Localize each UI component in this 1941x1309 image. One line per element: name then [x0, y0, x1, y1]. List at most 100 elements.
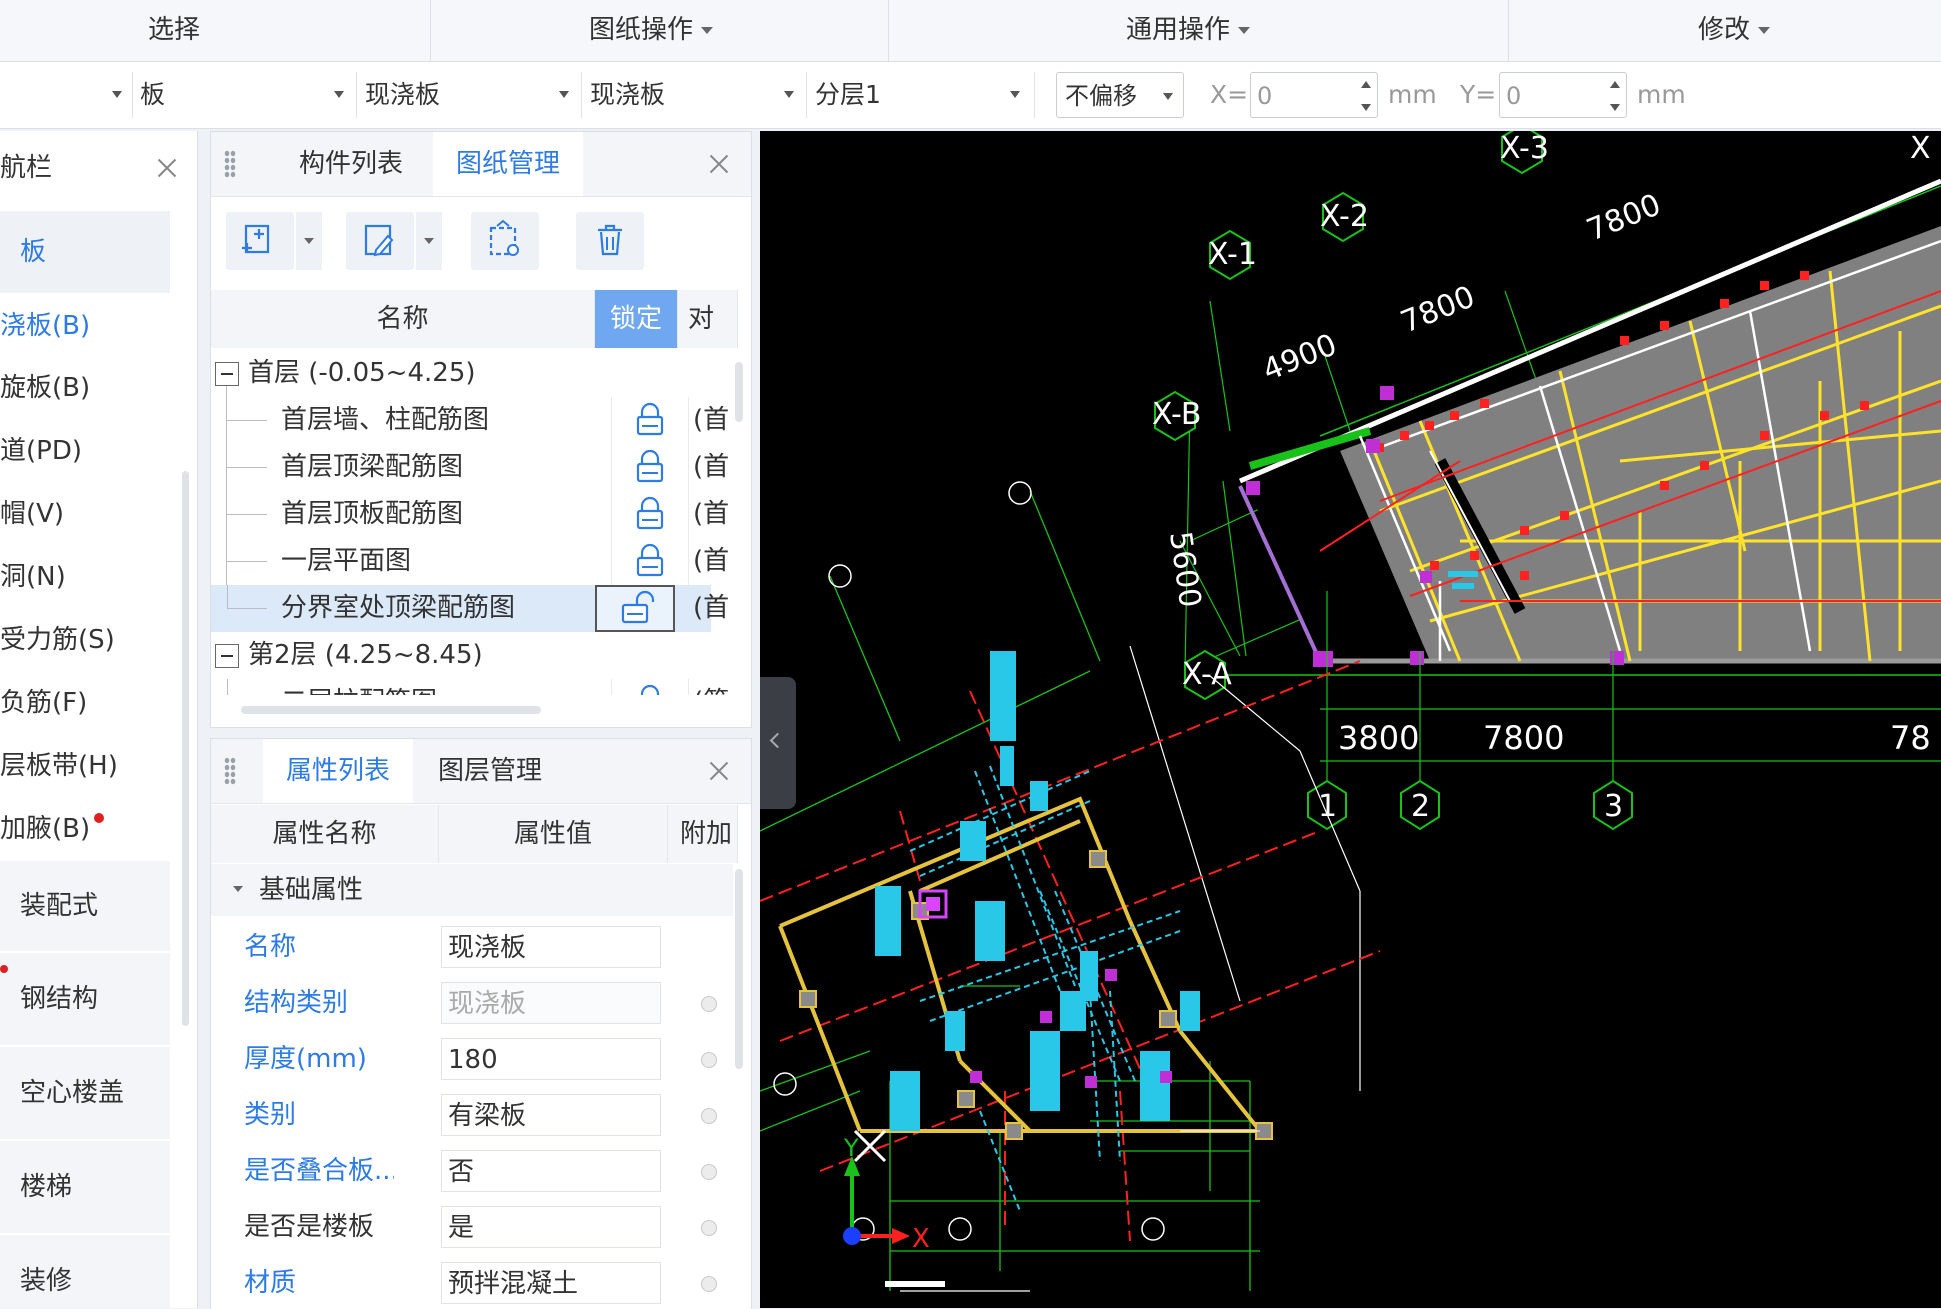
property-value-input[interactable]: 现浇板 [441, 926, 661, 968]
property-value-input[interactable]: 预拌混凝土 [441, 1262, 661, 1304]
tree-row[interactable]: 首层顶板配筋图 (首 [211, 491, 729, 538]
tree-row-selected[interactable]: 分界室处顶梁配筋图 (首 [211, 585, 729, 632]
properties-scrollbar[interactable] [735, 869, 743, 1069]
offset-select[interactable]: 不偏移 [1056, 72, 1184, 118]
tree-group-label: 第2层 (4.25~8.45) [248, 640, 483, 670]
panel-collapse-toggle[interactable] [760, 677, 796, 809]
lock-toggle[interactable] [611, 444, 689, 491]
drag-handle-icon[interactable] [224, 150, 236, 178]
collapse-icon[interactable] [215, 644, 239, 668]
nav-scrollbar[interactable] [182, 471, 189, 1026]
spinner-icon[interactable] [1610, 79, 1620, 113]
x-unit-label: mm [1388, 80, 1437, 109]
lock-toggle[interactable] [611, 679, 689, 695]
additional-toggle[interactable] [701, 1164, 717, 1180]
ucs-axis-icon: Y X [843, 1134, 930, 1254]
close-icon[interactable] [155, 156, 179, 180]
nav-item-ramp[interactable]: 道(PD) [0, 431, 82, 471]
collapse-icon[interactable] [215, 362, 239, 386]
component-combo[interactable]: 现浇板 [590, 71, 794, 119]
tab-component-list[interactable]: 构件列表 [271, 132, 431, 196]
column-header-property-value[interactable]: 属性值 [439, 805, 668, 863]
additional-toggle[interactable] [701, 1276, 717, 1292]
tab-property-list[interactable]: 属性列表 [263, 739, 413, 803]
drag-handle-icon[interactable] [224, 757, 236, 785]
nav-item-haunch-label: 加腋(B) [0, 814, 91, 844]
cad-drawing-canvas[interactable]: X-1 X-2 X-3 X X-B X-A 1 2 3 4900 7800 78… [760, 131, 1941, 1308]
nav-item-haunch[interactable]: 加腋(B) [0, 809, 105, 849]
nav-item-spiral-slab[interactable]: 旋板(B) [0, 368, 90, 408]
nav-category-board[interactable]: 板 [0, 211, 170, 293]
tab-drawing-management[interactable]: 图纸管理 [433, 132, 583, 196]
lock-toggle[interactable] [611, 538, 689, 585]
nav-item-slab-strip[interactable]: 层板带(H) [0, 746, 118, 786]
axis-label-3: 3 [1604, 789, 1623, 824]
column-header-name[interactable]: 名称 [211, 290, 595, 348]
property-group-basic[interactable]: 基础属性 [211, 864, 733, 916]
nav-item-negative-rebar[interactable]: 负筋(F) [0, 683, 87, 723]
tree-group-row[interactable]: 首层 (-0.05~4.25) [211, 350, 711, 397]
add-drawing-button[interactable] [226, 212, 294, 270]
nav-item-column-cap[interactable]: 帽(V) [0, 494, 64, 534]
nav-category-decoration[interactable]: 装修 [0, 1235, 170, 1308]
nav-category-hollow-floor[interactable]: 空心楼盖 [0, 1047, 170, 1139]
tab-layer-management[interactable]: 图层管理 [415, 739, 565, 803]
split-drawing-button[interactable] [471, 212, 539, 270]
menu-select[interactable]: 选择 [148, 0, 200, 61]
toolbar-divider [356, 72, 357, 118]
properties-panel: 属性列表 图层管理 属性名称 属性值 附加 基础属性 名称 现浇板 结构类别 现… [210, 738, 752, 1309]
nav-category-stairs[interactable]: 楼梯 [0, 1141, 170, 1233]
lock-toggle[interactable] [611, 397, 689, 444]
close-icon[interactable] [707, 759, 731, 783]
tree-group-row[interactable]: 第2层 (4.25~8.45) [211, 632, 711, 679]
tree-row[interactable]: 首层顶梁配筋图 (首 [211, 444, 729, 491]
tree-guide [227, 514, 267, 515]
floor-combo[interactable] [0, 71, 122, 119]
edit-drawing-button[interactable] [346, 212, 414, 270]
additional-toggle[interactable] [701, 1052, 717, 1068]
lock-toggle[interactable] [611, 491, 689, 538]
property-row: 类别 有梁板 [211, 1087, 729, 1143]
column-header-property-name[interactable]: 属性名称 [211, 805, 439, 863]
nav-category-prefab[interactable]: 装配式 [0, 861, 170, 951]
close-icon[interactable] [707, 152, 731, 176]
y-offset-input[interactable]: 0 [1499, 72, 1627, 118]
drawing-name: 首层顶板配筋图 [281, 499, 464, 529]
layer-combo[interactable]: 分层1 [815, 71, 1020, 119]
nav-item-main-rebar[interactable]: 受力筋(S) [0, 620, 115, 660]
column-header-lock[interactable]: 锁定 [595, 290, 678, 348]
additional-toggle[interactable] [701, 1108, 717, 1124]
add-drawing-dropdown[interactable] [296, 212, 322, 270]
column-header-property-extra[interactable]: 附加 [668, 805, 738, 863]
nav-item-cast-slab[interactable]: 浇板(B) [0, 306, 90, 346]
column-header-extra[interactable]: 对 [678, 290, 738, 348]
tree-row[interactable]: 二层柱配筋图 (第 [211, 679, 729, 695]
menu-modify[interactable]: 修改 [1698, 0, 1771, 61]
nav-category-steel[interactable]: 钢结构 [0, 953, 170, 1045]
delete-drawing-button[interactable] [576, 212, 644, 270]
tree-row[interactable]: 首层墙、柱配筋图 (首 [211, 397, 729, 444]
tree-scrollbar-vertical[interactable] [735, 362, 743, 422]
property-value-input[interactable]: 180 [441, 1038, 661, 1080]
spinner-icon[interactable] [1361, 79, 1371, 113]
tree-scrollbar-horizontal[interactable] [241, 706, 541, 714]
property-value-input[interactable]: 否 [441, 1150, 661, 1192]
element-subtype-combo[interactable]: 现浇板 [365, 71, 569, 119]
menu-general-ops[interactable]: 通用操作 [1126, 0, 1251, 61]
property-toolbar: 板 现浇板 现浇板 分层1 不偏移 X= 0 mm Y= 0 mm [0, 62, 1941, 129]
edit-drawing-dropdown[interactable] [416, 212, 442, 270]
additional-toggle[interactable] [701, 996, 717, 1012]
element-type-combo[interactable]: 板 [140, 71, 344, 119]
lock-icon [636, 449, 664, 483]
additional-toggle[interactable] [701, 1220, 717, 1236]
menu-drawing-ops[interactable]: 图纸操作 [589, 0, 714, 61]
nav-item-slab-hole[interactable]: 洞(N) [0, 557, 66, 597]
chevron-down-icon [784, 91, 794, 98]
property-value-input: 现浇板 [441, 982, 661, 1024]
x-offset-input[interactable]: 0 [1250, 72, 1378, 118]
edit-drawing-icon [364, 224, 394, 257]
property-value-input[interactable]: 是 [441, 1206, 661, 1248]
property-value-input[interactable]: 有梁板 [441, 1094, 661, 1136]
lock-toggle[interactable] [595, 585, 675, 632]
tree-row[interactable]: 一层平面图 (首 [211, 538, 729, 585]
